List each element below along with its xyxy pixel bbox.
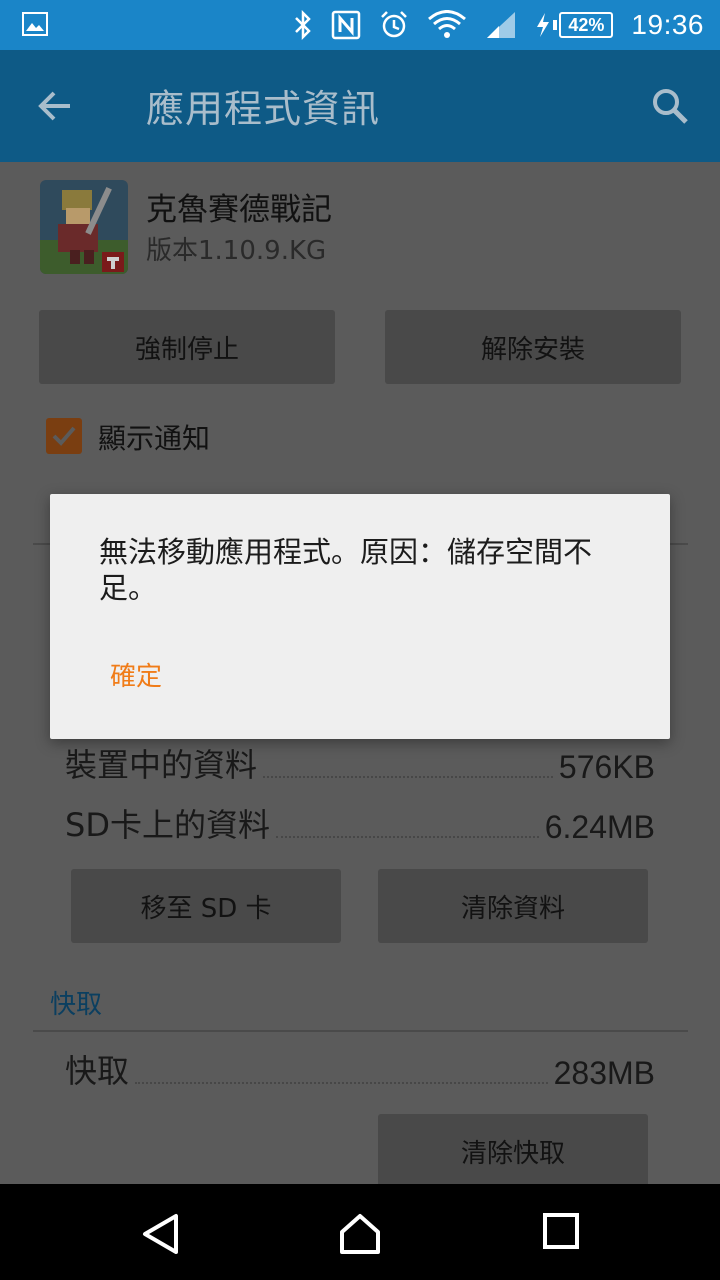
checkmark-icon <box>52 426 76 446</box>
page-title: 應用程式資訊 <box>146 87 381 131</box>
back-nav-icon[interactable] <box>140 1212 180 1260</box>
status-time: 19:36 <box>631 9 704 40</box>
alarm-icon <box>379 10 409 40</box>
battery-percent: 42% <box>559 12 614 38</box>
cache-label: 快取 <box>65 1052 130 1090</box>
app-icon <box>40 180 128 274</box>
move-to-sd-button[interactable]: 移至 SD 卡 <box>71 869 341 943</box>
show-notifications-label: 顯示通知 <box>98 422 211 455</box>
uninstall-button[interactable]: 解除安裝 <box>385 310 681 384</box>
search-icon[interactable] <box>650 86 690 130</box>
charging-icon <box>537 13 550 37</box>
divider <box>33 1030 688 1032</box>
force-stop-button[interactable]: 強制停止 <box>39 310 335 384</box>
signal-icon <box>485 10 517 40</box>
status-bar: 42% 19:36 <box>0 0 720 50</box>
app-name: 克魯賽德戰記 <box>146 192 332 228</box>
storage-value: 576KB <box>558 749 655 785</box>
storage-label: SD卡上的資料 <box>65 806 270 844</box>
nfc-icon <box>331 10 361 40</box>
storage-row-sd: SD卡上的資料 6.24MB <box>65 802 655 846</box>
home-nav-icon[interactable] <box>338 1212 382 1260</box>
show-notifications-checkbox[interactable] <box>46 418 82 454</box>
wifi-icon <box>427 10 467 40</box>
clear-data-button[interactable]: 清除資料 <box>378 869 648 943</box>
image-notification-icon <box>22 12 48 40</box>
cache-row: 快取 283MB <box>65 1048 655 1092</box>
dialog-message: 無法移動應用程式。原因：儲存空間不足。 <box>99 535 593 605</box>
dialog-ok-button[interactable]: 確定 <box>110 656 162 693</box>
battery-icon: 42% <box>535 12 614 38</box>
clear-cache-button[interactable]: 清除快取 <box>378 1114 648 1188</box>
bluetooth-icon <box>293 10 313 40</box>
storage-row-device: 裝置中的資料 576KB <box>65 742 655 786</box>
navigation-bar <box>0 1184 720 1280</box>
app-bar: 應用程式資訊 <box>0 50 720 162</box>
cache-value: 283MB <box>553 1055 655 1091</box>
app-version: 版本1.10.9.KG <box>146 236 327 266</box>
storage-value: 6.24MB <box>544 809 655 845</box>
storage-label: 裝置中的資料 <box>65 746 258 784</box>
recents-nav-icon[interactable] <box>542 1212 580 1254</box>
arrow-back-icon[interactable] <box>36 86 76 130</box>
cache-section-header: 快取 <box>50 990 103 1020</box>
error-dialog: 無法移動應用程式。原因：儲存空間不足。 確定 <box>50 494 670 739</box>
